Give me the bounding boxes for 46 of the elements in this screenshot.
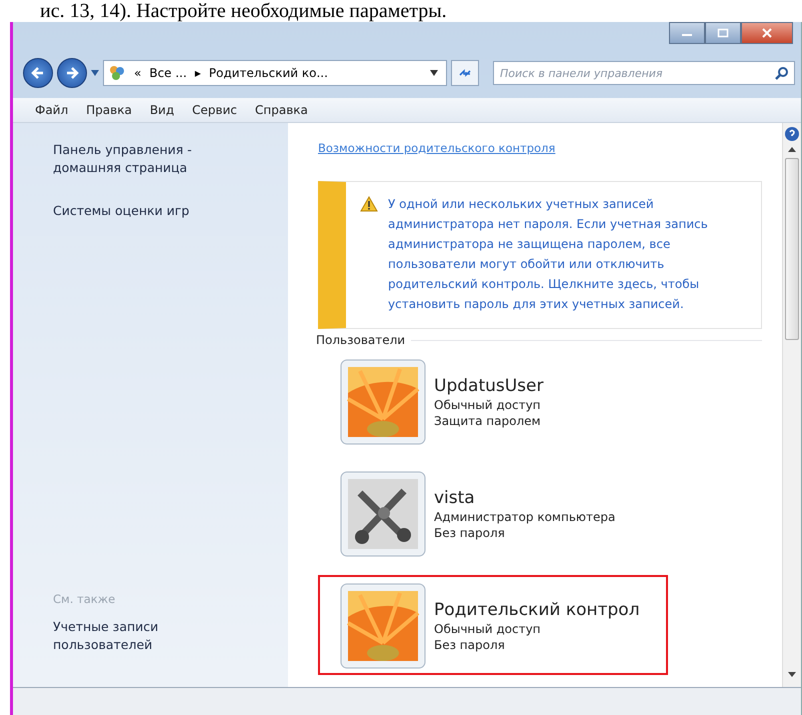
refresh-button[interactable] <box>451 60 479 86</box>
tools-avatar-icon[interactable] <box>340 471 426 557</box>
menu-item[interactable]: Сервис <box>184 101 246 119</box>
control-panel-icon <box>108 64 126 82</box>
forward-button[interactable] <box>57 58 87 88</box>
document-caption: ис. 13, 14). Настройте необходимые параметры. <box>39 0 448 22</box>
scrollbar[interactable] <box>782 123 801 687</box>
password-status: Без пароля <box>434 526 506 540</box>
back-button[interactable] <box>23 58 53 88</box>
scroll-down-icon[interactable] <box>788 672 796 677</box>
user-role: Обычный доступ <box>434 622 542 636</box>
sidebar-link[interactable]: Учетные записи пользователей <box>53 618 233 653</box>
scroll-thumb[interactable] <box>785 158 799 340</box>
search-icon[interactable] <box>775 66 789 80</box>
user-name[interactable]: vista <box>434 488 616 508</box>
minimize-button[interactable] <box>669 22 705 44</box>
parental-controls-link[interactable]: Возможности родительского контроля <box>318 141 556 155</box>
back-arrow-icon <box>31 66 45 80</box>
close-button[interactable] <box>741 22 793 44</box>
password-status: Защита паролем <box>434 414 542 428</box>
sidebar-link[interactable]: Панель управления - домашняя страница <box>53 141 233 176</box>
warning-link[interactable]: У одной или нескольких учетных записей администратора нет пароля. Если учетная запись администратора не защищена паролем, все пользователи могут обойти или отключить родительский контроль. Щелкните здесь, чтобы установить пароль для этих учетных записей. <box>388 194 751 314</box>
caret-icon[interactable] <box>430 70 438 76</box>
password-status: Без пароля <box>434 638 506 652</box>
user-role: Обычный доступ <box>434 398 542 412</box>
maximize-button[interactable] <box>705 22 741 44</box>
users-heading: Пользователи <box>316 333 406 347</box>
help-icon[interactable] <box>785 127 799 141</box>
user-name[interactable]: UpdatusUser <box>434 376 544 396</box>
menu-item[interactable]: Справка <box>247 101 316 119</box>
close-icon <box>761 28 773 38</box>
forward-arrow-icon <box>65 66 79 80</box>
search-field[interactable]: Поиск в панели управления <box>493 61 795 85</box>
flower-avatar-icon[interactable] <box>340 359 426 445</box>
maximize-icon <box>717 28 729 38</box>
scroll-up-icon[interactable] <box>788 147 796 152</box>
menu-item[interactable]: Правка <box>78 101 140 119</box>
flower-avatar-icon[interactable] <box>340 583 426 669</box>
user-role: Администратор компьютера <box>434 510 616 524</box>
address-bar[interactable]: « Все ... ▸ Родительский ко... <box>103 60 447 86</box>
warning-icon <box>360 196 378 212</box>
see-also-heading: См. также <box>53 592 116 606</box>
menu-item[interactable]: Вид <box>142 101 182 119</box>
menu-item[interactable]: Файл <box>27 101 76 119</box>
sidebar-link[interactable]: Системы оценки игр <box>53 202 233 220</box>
user-name[interactable]: Родительский контрол <box>434 600 640 620</box>
